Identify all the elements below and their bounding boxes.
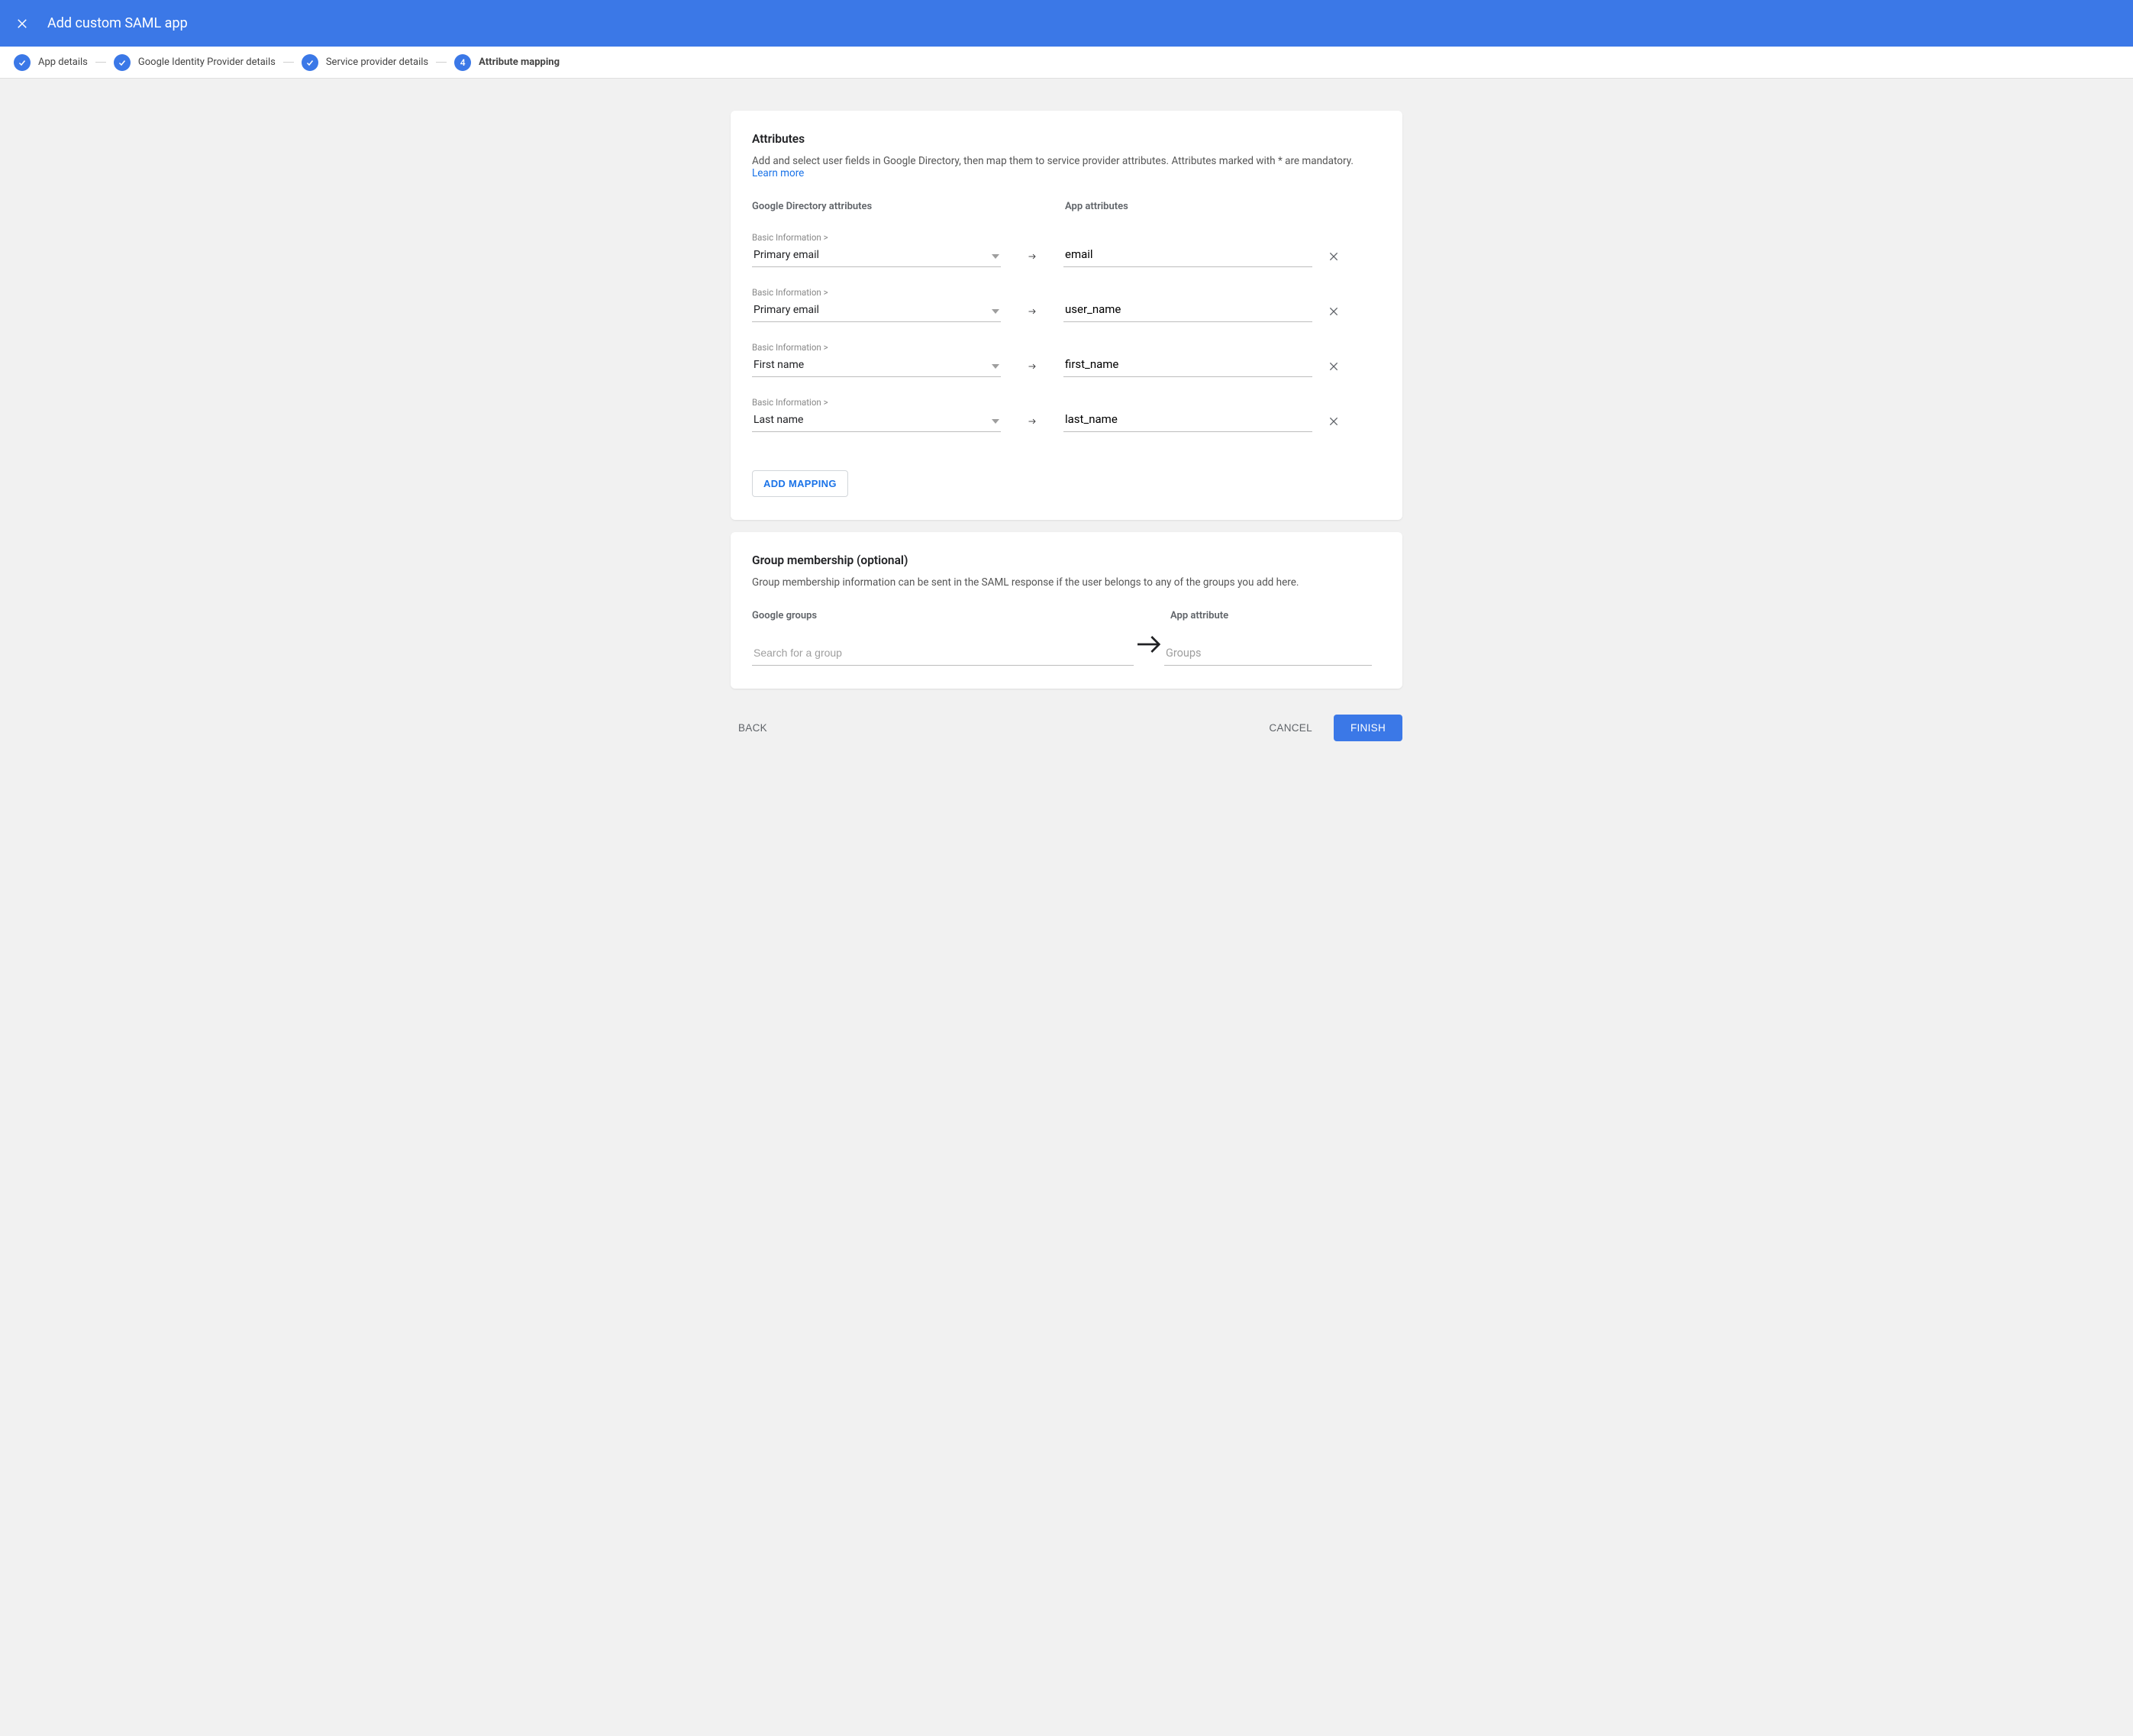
step-app-details[interactable]: App details bbox=[14, 54, 88, 71]
attributes-card: Attributes Add and select user fields in… bbox=[731, 111, 1402, 520]
chevron-down-icon bbox=[992, 302, 999, 317]
chevron-down-icon bbox=[992, 247, 999, 262]
arrow-right-icon bbox=[1001, 307, 1063, 322]
attr-category: Basic Information > bbox=[752, 287, 1001, 298]
cancel-button[interactable]: CANCEL bbox=[1261, 716, 1320, 740]
step-idp-details[interactable]: Google Identity Provider details bbox=[114, 54, 276, 71]
col-app-attribute: App attribute bbox=[1170, 610, 1228, 621]
groups-title: Group membership (optional) bbox=[752, 553, 1381, 567]
delete-mapping-button[interactable] bbox=[1328, 415, 1340, 432]
group-app-attr: Groups bbox=[1164, 642, 1372, 666]
attr-value: Primary email bbox=[753, 304, 819, 316]
check-icon bbox=[114, 54, 131, 71]
app-attr-input[interactable] bbox=[1063, 354, 1312, 377]
page-title: Add custom SAML app bbox=[47, 15, 188, 31]
arrow-right-icon bbox=[1001, 417, 1063, 432]
google-attr-select[interactable]: Basic Information > First name bbox=[752, 342, 1001, 377]
google-attr-select[interactable]: Basic Information > Primary email bbox=[752, 232, 1001, 267]
mapping-list: Basic Information > Primary email Basic … bbox=[752, 232, 1381, 432]
step-number-badge: 4 bbox=[454, 54, 471, 71]
mapping-row: Basic Information > Primary email bbox=[752, 287, 1381, 322]
delete-mapping-button[interactable] bbox=[1328, 250, 1340, 267]
google-attr-select[interactable]: Basic Information > Primary email bbox=[752, 287, 1001, 322]
mapping-row: Basic Information > Last name bbox=[752, 397, 1381, 432]
stepper: App details Google Identity Provider det… bbox=[0, 47, 2133, 79]
step-attribute-mapping[interactable]: 4 Attribute mapping bbox=[454, 54, 560, 71]
chevron-down-icon bbox=[992, 412, 999, 427]
attr-value: Last name bbox=[753, 414, 803, 426]
attr-value: Primary email bbox=[753, 249, 819, 261]
step-separator bbox=[436, 62, 447, 63]
learn-more-link[interactable]: Learn more bbox=[752, 167, 804, 179]
close-icon[interactable] bbox=[15, 17, 29, 31]
groups-desc: Group membership information can be sent… bbox=[752, 576, 1381, 589]
mapping-row: Basic Information > First name bbox=[752, 342, 1381, 377]
step-separator bbox=[95, 62, 106, 63]
footer-actions: BACK CANCEL FINISH bbox=[731, 701, 1402, 772]
group-search-input[interactable] bbox=[752, 641, 1134, 666]
col-google-attrs: Google Directory attributes bbox=[752, 201, 1033, 212]
attributes-title: Attributes bbox=[752, 132, 1381, 146]
check-icon bbox=[302, 54, 318, 71]
add-mapping-button[interactable]: ADD MAPPING bbox=[752, 470, 848, 497]
group-membership-card: Group membership (optional) Group member… bbox=[731, 532, 1402, 689]
attributes-desc: Add and select user fields in Google Dir… bbox=[752, 155, 1381, 179]
step-label: Attribute mapping bbox=[479, 56, 560, 68]
attr-category: Basic Information > bbox=[752, 342, 1001, 353]
back-button[interactable]: BACK bbox=[731, 716, 775, 740]
app-header: Add custom SAML app bbox=[0, 0, 2133, 47]
step-label: App details bbox=[38, 56, 88, 68]
attr-category: Basic Information > bbox=[752, 232, 1001, 243]
app-attr-input[interactable] bbox=[1063, 409, 1312, 432]
mapping-row: Basic Information > Primary email bbox=[752, 232, 1381, 267]
arrow-right-icon bbox=[1134, 629, 1164, 666]
step-sp-details[interactable]: Service provider details bbox=[302, 54, 428, 71]
col-google-groups: Google groups bbox=[752, 610, 1164, 621]
delete-mapping-button[interactable] bbox=[1328, 305, 1340, 322]
app-attr-input[interactable] bbox=[1063, 299, 1312, 322]
step-label: Service provider details bbox=[326, 56, 428, 68]
google-attr-select[interactable]: Basic Information > Last name bbox=[752, 397, 1001, 432]
arrow-right-icon bbox=[1001, 252, 1063, 267]
attr-value: First name bbox=[753, 359, 804, 371]
chevron-down-icon bbox=[992, 357, 999, 372]
step-label: Google Identity Provider details bbox=[138, 56, 276, 68]
finish-button[interactable]: FINISH bbox=[1334, 715, 1402, 741]
app-attr-input[interactable] bbox=[1063, 244, 1312, 267]
check-icon bbox=[14, 54, 31, 71]
col-app-attrs: App attributes bbox=[1065, 201, 1128, 212]
arrow-right-icon bbox=[1001, 362, 1063, 377]
delete-mapping-button[interactable] bbox=[1328, 360, 1340, 377]
attr-category: Basic Information > bbox=[752, 397, 1001, 408]
step-separator bbox=[283, 62, 294, 63]
